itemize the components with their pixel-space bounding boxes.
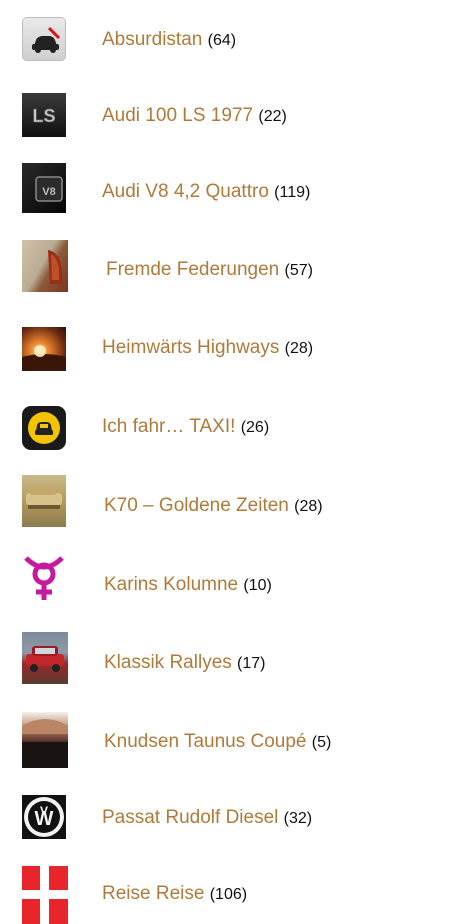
item-link[interactable]: K70 – Goldene Zeiten [104, 495, 289, 516]
item-count: 22 [258, 108, 286, 125]
list-item: Reise Reise 106 [0, 866, 454, 924]
ls-emblem-icon[interactable]: LS [22, 93, 66, 137]
item-count: 26 [241, 419, 269, 436]
item-count: 32 [284, 810, 312, 827]
list-item: Knudsen Taunus Coupé 5 [0, 712, 454, 768]
list-item: Karins Kolumne 10 [0, 552, 454, 612]
svg-text:LS: LS [32, 106, 55, 126]
list-item: Heimwärts Highways 28 [0, 322, 454, 378]
venus-symbol-icon[interactable] [20, 552, 68, 604]
item-link[interactable]: Reise Reise [102, 883, 204, 904]
list-item: Absurdistan 64 [0, 12, 454, 68]
v8-badge-icon[interactable]: V8 [22, 163, 66, 213]
vw-logo-icon[interactable]: W V [22, 795, 66, 839]
item-link[interactable]: Ich fahr… TAXI! [102, 416, 235, 437]
list-item: Klassik Rallyes 17 [0, 632, 454, 692]
svg-text:V: V [40, 804, 48, 818]
golden-car-icon[interactable] [22, 475, 66, 527]
item-count: 17 [237, 655, 265, 672]
car-roof-icon[interactable] [22, 712, 68, 768]
item-count: 106 [210, 886, 247, 903]
taxi-icon[interactable] [22, 406, 66, 450]
item-link[interactable]: Knudsen Taunus Coupé [104, 731, 306, 752]
item-count: 5 [312, 734, 332, 751]
item-link[interactable]: Audi V8 4,2 Quattro [102, 181, 269, 202]
item-link[interactable]: Fremde Federungen [106, 259, 279, 280]
car-crossed-icon[interactable] [22, 17, 66, 61]
list-item: LS Audi 100 LS 1977 22 [0, 88, 454, 144]
item-link[interactable]: Audi 100 LS 1977 [102, 105, 253, 126]
item-link[interactable]: Passat Rudolf Diesel [102, 807, 278, 828]
red-rally-car-icon[interactable] [22, 632, 68, 684]
list-item: Fremde Federungen 57 [0, 240, 454, 298]
list-item: V8 Audi V8 4,2 Quattro 119 [0, 163, 454, 220]
item-count: 64 [208, 32, 236, 49]
item-link[interactable]: Klassik Rallyes [104, 652, 232, 673]
taillight-icon[interactable] [22, 240, 68, 292]
item-link[interactable]: Absurdistan [102, 29, 202, 50]
list-item: K70 – Goldene Zeiten 28 [0, 475, 454, 534]
svg-text:V8: V8 [42, 186, 55, 198]
item-count: 57 [285, 262, 313, 279]
item-count: 28 [294, 498, 322, 515]
item-link[interactable]: Karins Kolumne [104, 574, 238, 595]
item-count: 28 [285, 340, 313, 357]
category-list: Absurdistan 64 LS Audi 100 LS 1977 22 V8… [0, 0, 454, 924]
danish-flag-icon[interactable] [22, 866, 68, 924]
item-count: 119 [274, 184, 310, 201]
sunset-road-icon[interactable] [22, 327, 66, 371]
list-item: Ich fahr… TAXI! 26 [0, 400, 454, 456]
item-link[interactable]: Heimwärts Highways [102, 337, 279, 358]
list-item: W V Passat Rudolf Diesel 32 [0, 790, 454, 846]
item-count: 10 [243, 577, 271, 594]
